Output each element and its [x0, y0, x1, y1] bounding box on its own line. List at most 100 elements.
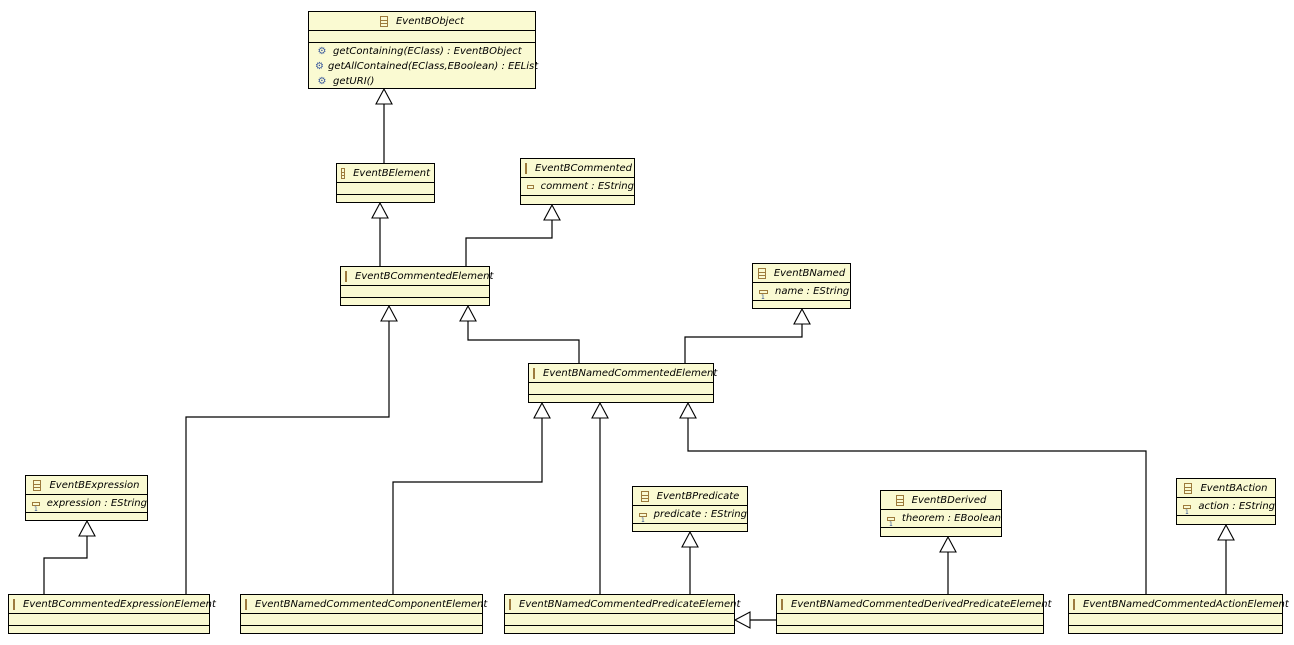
class-header: EventBAction	[1177, 479, 1275, 498]
class-name: EventBNamedCommentedDerivedPredicateElem…	[791, 598, 1052, 610]
class-header: EventBNamed	[753, 264, 850, 283]
operation-row[interactable]: ⚙ getContaining(EClass) : EventBObject	[309, 44, 535, 59]
class-event-b-named-commented-derived-predicate-element[interactable]: EventBNamedCommentedDerivedPredicateElem…	[776, 594, 1052, 637]
attributes-compartment: theorem : EBoolean	[881, 510, 1001, 528]
class-header: EventBPredicate	[633, 487, 747, 506]
attribute-label: theorem : EBoolean	[901, 513, 1001, 524]
operations-compartment	[341, 298, 489, 309]
attribute-icon	[639, 512, 647, 524]
generalization-line-5[interactable]	[43, 536, 88, 594]
attributes-compartment	[337, 183, 434, 195]
operations-compartment	[9, 626, 209, 637]
attribute-label: name : EString	[775, 286, 850, 297]
eclass-icon	[341, 167, 346, 179]
class-header: EventBExpression	[26, 476, 147, 495]
attribute-icon	[1183, 504, 1192, 516]
class-header: EventBNamedCommentedDerivedPredicateElem…	[777, 595, 1052, 614]
operations-compartment	[753, 301, 850, 312]
attribute-row[interactable]: name : EString	[753, 284, 850, 301]
operations-compartment	[881, 528, 1001, 539]
eclass-icon	[33, 479, 42, 491]
attribute-label: action : EString	[1198, 501, 1275, 512]
attributes-compartment	[241, 614, 482, 626]
generalization-edges	[43, 87, 1235, 629]
class-name: EventBCommentedExpressionElement	[23, 598, 216, 610]
operation-label: getAllContained(EClass,EBoolean) : EELis…	[327, 61, 539, 72]
class-name: EventBAction	[1200, 482, 1268, 494]
attribute-row[interactable]: theorem : EBoolean	[881, 511, 1001, 528]
operation-gear-icon: ⚙	[317, 46, 327, 57]
class-header: EventBCommentedExpressionElement	[9, 595, 216, 614]
attribute-row[interactable]: predicate : EString	[633, 507, 747, 524]
class-event-b-derived[interactable]: EventBDerived theorem : EBoolean	[880, 490, 1002, 537]
attributes-compartment	[505, 614, 734, 626]
attribute-row[interactable]: expression : EString	[26, 496, 147, 513]
class-event-b-commented-expression-element[interactable]: EventBCommentedExpressionElement	[8, 594, 216, 637]
class-header: EventBCommented	[521, 159, 634, 178]
operation-gear-icon: ⚙	[317, 76, 327, 87]
inheritance-arrowhead-icon	[543, 203, 561, 221]
attribute-row[interactable]: comment : EString	[521, 179, 634, 194]
eclass-icon	[1184, 482, 1193, 494]
class-event-b-named-commented-component-element[interactable]: EventBNamedCommentedComponentElement	[240, 594, 487, 634]
class-header: EventBElement	[337, 164, 434, 183]
inheritance-arrowhead-icon	[733, 611, 751, 629]
eclass-icon	[640, 490, 649, 502]
class-event-b-object[interactable]: EventBObject ⚙ getContaining(EClass) : Eve…	[308, 11, 539, 90]
class-event-b-named-commented-action-element[interactable]: EventBNamedCommentedActionElement	[1068, 594, 1289, 634]
operations-compartment	[633, 524, 747, 535]
class-event-b-commented-element[interactable]: EventBCommentedElement	[340, 266, 493, 309]
attributes-compartment	[777, 614, 1043, 626]
class-header: EventBNamedCommentedComponentElement	[241, 595, 487, 614]
operations-compartment: ⚙ getContaining(EClass) : EventBObject ⚙ ge…	[309, 43, 539, 90]
eclass-icon	[345, 270, 347, 282]
generalization-line-3[interactable]	[467, 321, 580, 363]
class-name: EventBExpression	[49, 479, 140, 491]
attributes-compartment: action : EString	[1177, 498, 1275, 516]
operations-compartment	[26, 513, 147, 524]
generalization-line-4[interactable]	[684, 324, 803, 363]
class-name: EventBElement	[353, 167, 430, 179]
class-event-b-element[interactable]: EventBElement	[336, 163, 435, 203]
class-event-b-action[interactable]: EventBAction action : EString	[1176, 478, 1276, 525]
attribute-row[interactable]: action : EString	[1177, 499, 1275, 516]
attributes-compartment: expression : EString	[26, 495, 147, 513]
class-name: EventBPredicate	[656, 490, 740, 502]
operations-compartment	[529, 395, 713, 406]
attribute-icon	[759, 289, 768, 301]
eclass-icon	[1073, 598, 1075, 610]
generalization-line-6[interactable]	[185, 321, 390, 594]
operations-compartment	[337, 195, 434, 206]
eclass-icon	[379, 15, 388, 27]
inheritance-arrowhead-icon	[375, 87, 393, 105]
generalization-line-2[interactable]	[465, 220, 553, 266]
class-name: EventBNamedCommentedComponentElement	[255, 598, 488, 610]
eclass-icon	[509, 598, 511, 610]
attributes-compartment	[341, 286, 489, 298]
operations-compartment	[777, 626, 1043, 637]
class-event-b-named-commented-element[interactable]: EventBNamedCommentedElement	[528, 363, 718, 406]
attributes-compartment	[1069, 614, 1282, 626]
attributes-compartment: predicate : EString	[633, 506, 747, 524]
generalization-line-7[interactable]	[392, 418, 543, 594]
eclass-icon	[895, 494, 904, 506]
inheritance-arrowhead-icon	[1217, 523, 1235, 541]
operation-row[interactable]: ⚙ getAllContained(EClass,EBoolean) : EELi…	[309, 59, 539, 74]
class-event-b-named[interactable]: EventBNamed name : EString	[752, 263, 851, 309]
class-name: EventBDerived	[911, 494, 987, 506]
attribute-icon	[887, 516, 895, 528]
class-event-b-predicate[interactable]: EventBPredicate predicate : EString	[632, 486, 748, 532]
operation-label: getContaining(EClass) : EventBObject	[333, 46, 522, 57]
class-name: EventBNamed	[773, 267, 846, 279]
class-name: EventBNamedCommentedElement	[543, 367, 718, 379]
class-header: EventBObject	[309, 12, 535, 31]
operations-compartment	[1177, 516, 1275, 527]
class-event-b-expression[interactable]: EventBExpression expression : EString	[25, 475, 148, 521]
attributes-compartment	[529, 383, 713, 395]
attribute-label: comment : EString	[540, 181, 634, 192]
class-event-b-named-commented-predicate-element[interactable]: EventBNamedCommentedPredicateElement	[504, 594, 740, 634]
class-event-b-commented[interactable]: EventBCommented comment : EString	[520, 158, 635, 205]
eclass-icon	[13, 598, 15, 610]
operation-row[interactable]: ⚙ getURI()	[309, 74, 535, 89]
attributes-compartment: comment : EString	[521, 178, 634, 196]
